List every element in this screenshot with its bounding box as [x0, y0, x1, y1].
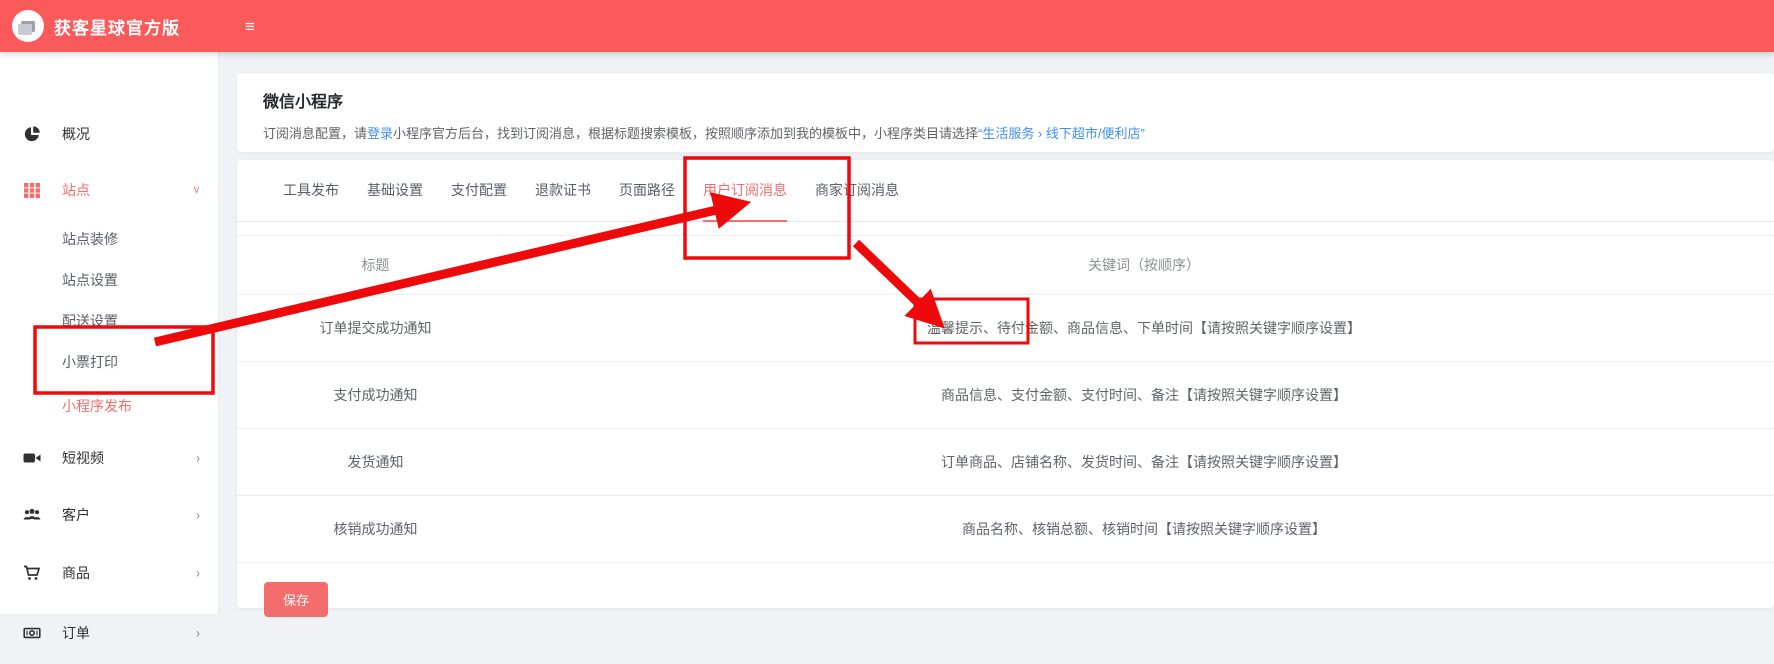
chevron-right-icon: ›: [196, 449, 200, 467]
sidebar-item-label: 站点: [62, 182, 90, 198]
table-row: 核销成功通知 商品名称、核销总额、核销时间【请按照关键字顺序设置】: [237, 495, 1774, 563]
sidebar-item-site[interactable]: 站点 ˅: [0, 162, 218, 218]
tab-tool-publish[interactable]: 工具发布: [283, 180, 339, 222]
miniprogram-info-card: 微信小程序 订阅消息配置，请登录小程序官方后台，找到订阅消息，根据标题搜索模板，…: [237, 73, 1774, 152]
template-keywords: 订单商品、店铺名称、发货时间、备注【请按照关键字顺序设置】: [514, 428, 1774, 496]
tab-payment-config[interactable]: 支付配置: [451, 180, 507, 222]
video-camera-icon: [23, 449, 41, 467]
dashboard-icon: [23, 125, 41, 143]
sidebar-item-label: 短视频: [62, 450, 104, 466]
desc-text: 小程序官方后台，找到订阅消息，根据标题搜索模板，按照顺序添加到我的模板中，小程序…: [393, 126, 979, 141]
sidebar-item-label: 客户: [62, 507, 90, 523]
chevron-right-icon: ›: [196, 506, 200, 524]
save-button[interactable]: 保存: [264, 582, 329, 617]
table-row: 订单提交成功通知 温馨提示、待付金额、商品信息、下单时间【请按照关键字顺序设置】: [237, 294, 1774, 362]
sidebar-item-site-decorate[interactable]: 站点装修: [0, 218, 218, 259]
desc-text: 订阅消息配置，请: [263, 126, 368, 141]
template-title: 订单提交成功通知: [237, 294, 514, 362]
tab-bar: 工具发布 基础设置 支付配置 退款证书 页面路径 用户订阅消息 商家订阅消息: [237, 160, 1774, 222]
template-title: 核销成功通知: [237, 495, 514, 563]
sidebar-item-short-video[interactable]: 短视频 ›: [0, 430, 218, 486]
sidebar-item-receipt-print[interactable]: 小票打印: [0, 341, 218, 382]
bill-icon: [23, 624, 41, 642]
chevron-down-icon: ˅: [193, 181, 200, 199]
cart-icon: [23, 564, 41, 582]
tab-refund-cert[interactable]: 退款证书: [535, 180, 591, 222]
sidebar-item-overview[interactable]: 概况: [0, 106, 218, 162]
logo-area: 获客星球官方版: [0, 10, 218, 42]
subscribe-config-description: 订阅消息配置，请登录小程序官方后台，找到订阅消息，根据标题搜索模板，按照顺序添加…: [263, 123, 1746, 142]
page-title: 微信小程序: [263, 94, 344, 111]
login-link[interactable]: 登录: [367, 126, 393, 141]
hamburger-menu-icon[interactable]: ≡: [245, 18, 255, 35]
sidebar-item-miniprogram-publish[interactable]: 小程序发布: [0, 382, 218, 430]
app-title: 获客星球官方版: [54, 18, 180, 38]
column-header-keywords: 关键词（按顺序）: [514, 235, 1774, 295]
tab-user-subscribe-message[interactable]: 用户订阅消息: [703, 180, 787, 222]
sidebar-item-site-settings[interactable]: 站点设置: [0, 259, 218, 300]
template-keywords: 商品名称、核销总额、核销时间【请按照关键字顺序设置】: [514, 495, 1774, 563]
category-link[interactable]: “生活服务 › 线下超市/便利店”: [978, 126, 1145, 141]
sidebar: 概况 站点 ˅ 站点装修 站点设置 配送设置 小票打印 小程序发布 短视频 ›: [0, 52, 218, 641]
tab-basic-settings[interactable]: 基础设置: [367, 180, 423, 222]
subscribe-message-card: 工具发布 基础设置 支付配置 退款证书 页面路径 用户订阅消息 商家订阅消息 标…: [237, 160, 1774, 617]
sidebar-item-goods[interactable]: 商品 ›: [0, 544, 218, 602]
grid-icon: [23, 181, 41, 199]
column-header-title: 标题: [237, 235, 514, 295]
sidebar-item-orders[interactable]: 订单 ›: [0, 602, 218, 664]
chevron-right-icon: ›: [196, 564, 200, 582]
sidebar-item-customers[interactable]: 客户 ›: [0, 486, 218, 544]
template-keywords: 商品信息、支付金额、支付时间、备注【请按照关键字顺序设置】: [514, 361, 1774, 429]
sidebar-item-delivery-settings[interactable]: 配送设置: [0, 300, 218, 341]
template-keywords: 温馨提示、待付金额、商品信息、下单时间【请按照关键字顺序设置】: [514, 294, 1774, 362]
template-title: 支付成功通知: [237, 361, 514, 429]
template-title: 发货通知: [237, 428, 514, 496]
users-icon: [23, 506, 41, 524]
tab-merchant-subscribe-message[interactable]: 商家订阅消息: [815, 180, 899, 222]
app-logo: [12, 10, 44, 42]
subscribe-template-table: 标题 关键词（按顺序） 订单提交成功通知 温馨提示、待付金额、商品信息、下单时间…: [237, 235, 1774, 563]
table-row: 支付成功通知 商品信息、支付金额、支付时间、备注【请按照关键字顺序设置】: [237, 361, 1774, 429]
logo-photos-icon: [18, 20, 35, 35]
sidebar-item-label: 商品: [62, 565, 90, 581]
sidebar-item-label: 概况: [62, 126, 90, 142]
tab-page-path[interactable]: 页面路径: [619, 180, 675, 222]
table-row: 发货通知 订单商品、店铺名称、发货时间、备注【请按照关键字顺序设置】: [237, 428, 1774, 496]
sidebar-item-label: 订单: [62, 625, 90, 641]
chevron-right-icon: ›: [196, 624, 200, 642]
top-bar: 获客星球官方版 ≡: [0, 0, 1774, 52]
